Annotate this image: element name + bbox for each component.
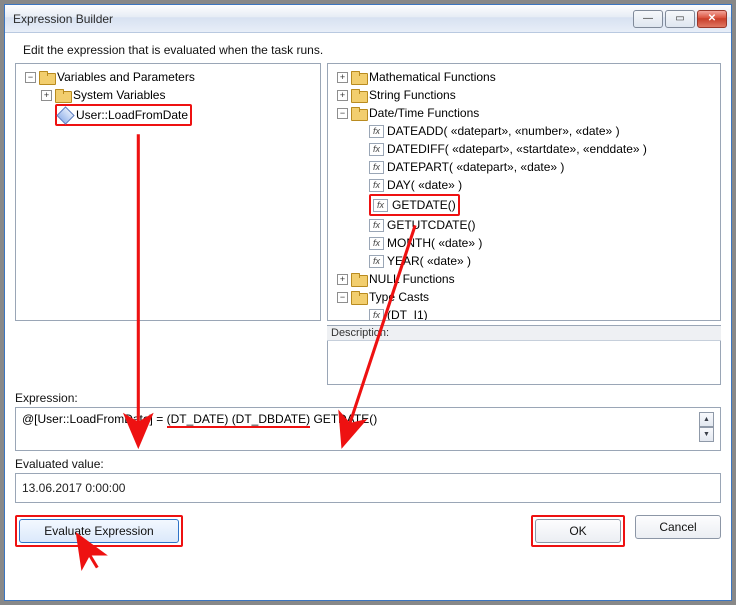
window-buttons: — ▭ ✕: [633, 10, 727, 28]
tree-node[interactable]: + NULL Functions: [334, 270, 716, 288]
tree-label: Type Casts: [369, 288, 429, 306]
fx-icon: fx: [369, 219, 384, 232]
evaluate-button[interactable]: Evaluate Expression: [19, 519, 179, 543]
evaluated-value-box: 13.06.2017 0:00:00: [15, 473, 721, 503]
titlebar: Expression Builder — ▭ ✕: [5, 5, 731, 33]
expr-prefix: @[User::LoadFromDate] =: [22, 412, 167, 426]
fx-icon: fx: [369, 237, 384, 250]
tree-node-datetime[interactable]: − Date/Time Functions: [334, 104, 716, 122]
tree-node-fn[interactable]: fx MONTH( «date» ): [334, 234, 716, 252]
expression-text: @[User::LoadFromDate] = (DT_DATE) (DT_DB…: [22, 412, 377, 426]
tree-node-system-vars[interactable]: + System Variables: [22, 86, 316, 104]
expression-scroll[interactable]: ▲ ▼: [699, 412, 714, 442]
right-buttons: OK Cancel: [531, 515, 721, 547]
ok-highlight: OK: [531, 515, 625, 547]
content-area: Edit the expression that is evaluated wh…: [5, 33, 731, 600]
fx-icon: fx: [369, 179, 384, 192]
expand-icon[interactable]: +: [337, 90, 348, 101]
tree-label: Mathematical Functions: [369, 68, 496, 86]
expand-icon[interactable]: +: [337, 72, 348, 83]
variables-tree: − Variables and Parameters + System Vari…: [16, 64, 320, 130]
expand-icon[interactable]: +: [41, 90, 52, 101]
collapse-icon[interactable]: −: [337, 108, 348, 119]
tree-label: String Functions: [369, 86, 456, 104]
folder-icon: [55, 89, 70, 101]
variable-icon: [56, 106, 74, 124]
fx-icon: fx: [369, 255, 384, 268]
no-expander: [41, 110, 52, 121]
fx-icon: fx: [369, 309, 384, 322]
tree-label: Variables and Parameters: [57, 68, 195, 86]
folder-icon: [39, 71, 54, 83]
scroll-down-icon[interactable]: ▼: [699, 427, 714, 442]
expression-label: Expression:: [15, 391, 721, 405]
folder-icon: [351, 71, 366, 83]
tree-node-fn[interactable]: fx YEAR( «date» ): [334, 252, 716, 270]
evaluated-value: 13.06.2017 0:00:00: [22, 481, 125, 495]
tree-label: MONTH( «date» ): [387, 234, 482, 252]
tree-node[interactable]: + String Functions: [334, 86, 716, 104]
trees-row: − Variables and Parameters + System Vari…: [15, 63, 721, 321]
functions-tree: + Mathematical Functions + String Functi…: [328, 64, 720, 321]
tree-label: GETDATE(): [392, 196, 456, 214]
evaluated-label: Evaluated value:: [15, 457, 721, 471]
functions-tree-panel[interactable]: + Mathematical Functions + String Functi…: [327, 63, 721, 321]
tree-node-cast[interactable]: fx (DT_I1): [334, 306, 716, 321]
tree-label: DAY( «date» ): [387, 176, 462, 194]
window-title: Expression Builder: [13, 12, 113, 26]
tree-label: DATEADD( «datepart», «number», «date» ): [387, 122, 620, 140]
expression-builder-window: Expression Builder — ▭ ✕ Edit the expres…: [4, 4, 732, 601]
expr-cast-highlight: (DT_DATE) (DT_DBDATE): [167, 412, 311, 428]
folder-icon: [351, 107, 366, 119]
folder-icon: [351, 89, 366, 101]
button-row: Evaluate Expression OK Cancel: [15, 515, 721, 547]
tree-node[interactable]: + Mathematical Functions: [334, 68, 716, 86]
scroll-up-icon[interactable]: ▲: [699, 412, 714, 427]
ok-button[interactable]: OK: [535, 519, 621, 543]
expression-input[interactable]: @[User::LoadFromDate] = (DT_DATE) (DT_DB…: [15, 407, 721, 451]
tree-node-user-var[interactable]: User::LoadFromDate: [22, 104, 316, 126]
description-label: Description:: [327, 326, 721, 341]
tree-node-fn[interactable]: fx GETUTCDATE(): [334, 216, 716, 234]
tree-node-fn-getdate[interactable]: fx GETDATE(): [334, 194, 716, 216]
tree-node-casts[interactable]: − Type Casts: [334, 288, 716, 306]
tree-label: DATEDIFF( «datepart», «startdate», «endd…: [387, 140, 647, 158]
tree-node-fn[interactable]: fx DATEADD( «datepart», «number», «date»…: [334, 122, 716, 140]
expand-icon[interactable]: +: [337, 274, 348, 285]
evaluate-highlight: Evaluate Expression: [15, 515, 183, 547]
fx-icon: fx: [369, 143, 384, 156]
instruction-text: Edit the expression that is evaluated wh…: [23, 43, 721, 57]
variables-tree-panel[interactable]: − Variables and Parameters + System Vari…: [15, 63, 321, 321]
tree-label: DATEPART( «datepart», «date» ): [387, 158, 564, 176]
tree-label: System Variables: [73, 86, 165, 104]
expr-tail: GETDATE(): [310, 412, 377, 426]
close-button[interactable]: ✕: [697, 10, 727, 28]
tree-label: (DT_I1): [387, 306, 428, 321]
tree-node-fn[interactable]: fx DATEPART( «datepart», «date» ): [334, 158, 716, 176]
tree-label: GETUTCDATE(): [387, 216, 475, 234]
fx-icon: fx: [373, 199, 388, 212]
folder-icon: [351, 273, 366, 285]
collapse-icon[interactable]: −: [337, 292, 348, 303]
tree-label: User::LoadFromDate: [76, 106, 188, 124]
collapse-icon[interactable]: −: [25, 72, 36, 83]
tree-label: NULL Functions: [369, 270, 455, 288]
tree-node-fn[interactable]: fx DAY( «date» ): [334, 176, 716, 194]
description-section: Description:: [327, 323, 721, 385]
tree-node-fn[interactable]: fx DATEDIFF( «datepart», «startdate», «e…: [334, 140, 716, 158]
fx-icon: fx: [369, 161, 384, 174]
cancel-button[interactable]: Cancel: [635, 515, 721, 539]
tree-label: YEAR( «date» ): [387, 252, 471, 270]
minimize-button[interactable]: —: [633, 10, 663, 28]
fx-icon: fx: [369, 125, 384, 138]
tree-label: Date/Time Functions: [369, 104, 479, 122]
tree-node-root[interactable]: − Variables and Parameters: [22, 68, 316, 86]
description-box: Description:: [327, 325, 721, 385]
maximize-button[interactable]: ▭: [665, 10, 695, 28]
folder-icon: [351, 291, 366, 303]
